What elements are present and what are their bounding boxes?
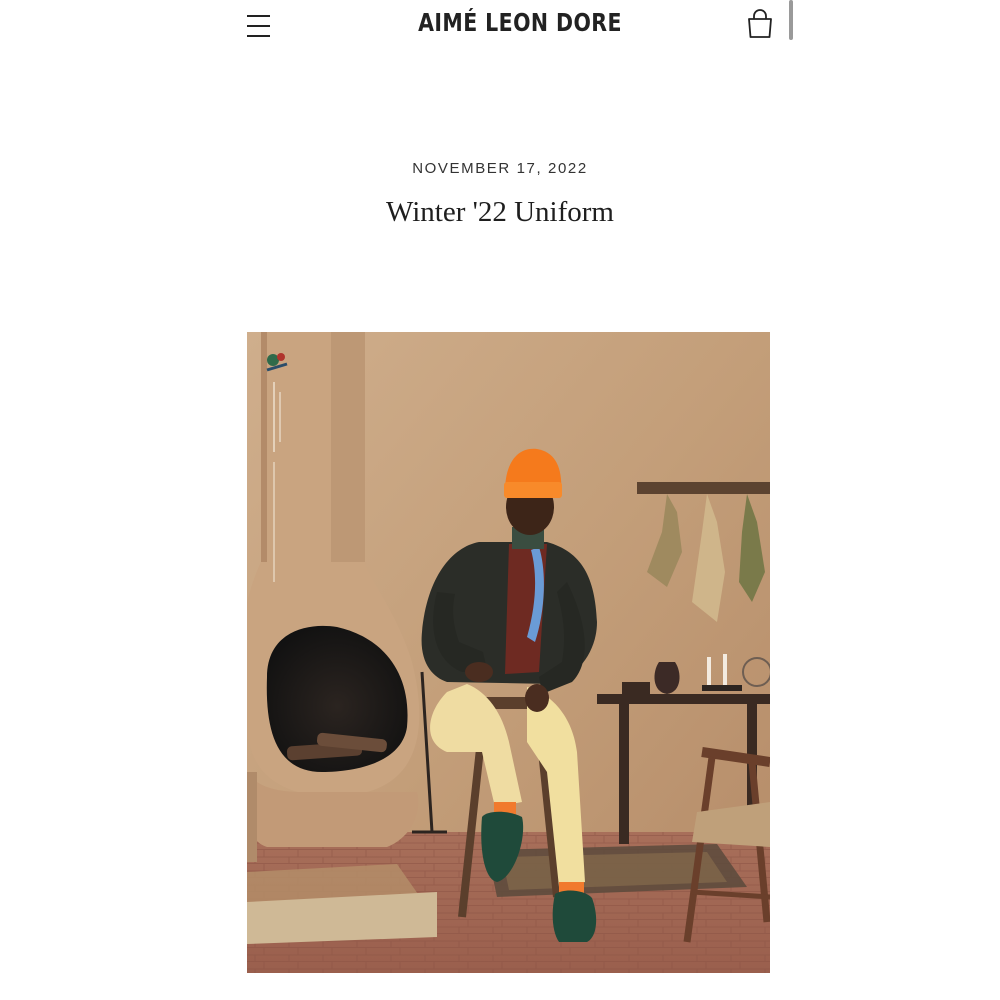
post-title: Winter '22 Uniform (386, 196, 614, 228)
post-date: NOVEMBER 17, 2022 (412, 160, 588, 177)
scroll-indicator[interactable] (789, 0, 793, 40)
hamburger-menu-icon[interactable] (246, 12, 272, 40)
editorial-photo (247, 332, 770, 973)
brand-logo[interactable]: AIMÉ LEON DORE (290, 8, 749, 37)
site-header: AIMÉ LEON DORE (240, 0, 800, 50)
shopping-bag-icon[interactable] (745, 8, 775, 40)
